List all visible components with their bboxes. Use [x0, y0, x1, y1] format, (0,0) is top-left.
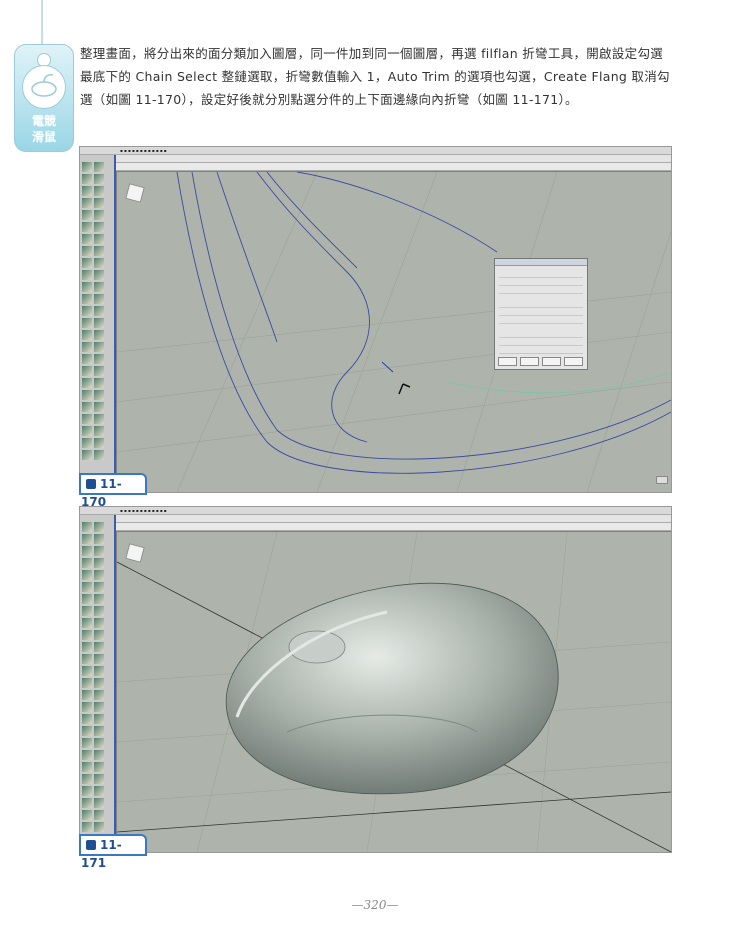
dialog-row[interactable]	[499, 271, 583, 278]
corner-button[interactable]	[656, 476, 668, 484]
tool-palette	[80, 515, 116, 852]
app-toolbar	[116, 155, 671, 163]
dialog-button[interactable]	[520, 357, 539, 366]
dialog-row[interactable]	[499, 317, 583, 324]
dialog-row[interactable]	[499, 279, 583, 286]
body-paragraph: 整理畫面，將分出來的面分類加入圖層，同一件加到同一個圖層，再選 filflan …	[80, 46, 670, 107]
tag-string	[41, 0, 43, 46]
chapter-tag-text: 電競 滑鼠	[31, 114, 56, 144]
figure-icon	[86, 840, 96, 850]
3d-viewport[interactable]	[117, 172, 671, 492]
page-number: —320—	[351, 898, 399, 912]
figure-label: 11-170	[79, 473, 147, 509]
figure-11-171: ▪ ▪ ▪ ▪ ▪ ▪ ▪ ▪ ▪ ▪ ▪ ▪	[79, 506, 672, 853]
3d-viewport[interactable]	[117, 532, 671, 852]
dialog-row[interactable]	[499, 287, 583, 294]
app-toolbar	[116, 515, 671, 523]
dialog-title	[495, 259, 587, 266]
chapter-tag: 電競 滑鼠	[14, 44, 74, 152]
app-menubar: ▪ ▪ ▪ ▪ ▪ ▪ ▪ ▪ ▪ ▪ ▪ ▪	[80, 507, 671, 515]
dialog-row[interactable]	[499, 347, 583, 354]
dialog-button[interactable]	[542, 357, 561, 366]
app-shelf	[116, 163, 671, 171]
dialog-row[interactable]	[499, 339, 583, 346]
app-menubar: ▪ ▪ ▪ ▪ ▪ ▪ ▪ ▪ ▪ ▪ ▪ ▪	[80, 147, 671, 155]
dialog-row[interactable]	[499, 301, 583, 308]
mouse-icon	[22, 65, 66, 109]
dialog-button[interactable]	[498, 357, 517, 366]
figure-icon	[86, 479, 96, 489]
dialog-row[interactable]	[499, 331, 583, 338]
app-shelf	[116, 523, 671, 531]
dialog-row[interactable]	[499, 309, 583, 316]
fillet-flange-dialog	[494, 258, 588, 370]
dialog-button[interactable]	[564, 357, 583, 366]
tool-palette	[80, 155, 116, 492]
figure-label: 11-171	[79, 834, 147, 870]
figure-11-170: ▪ ▪ ▪ ▪ ▪ ▪ ▪ ▪ ▪ ▪ ▪ ▪	[79, 146, 672, 493]
